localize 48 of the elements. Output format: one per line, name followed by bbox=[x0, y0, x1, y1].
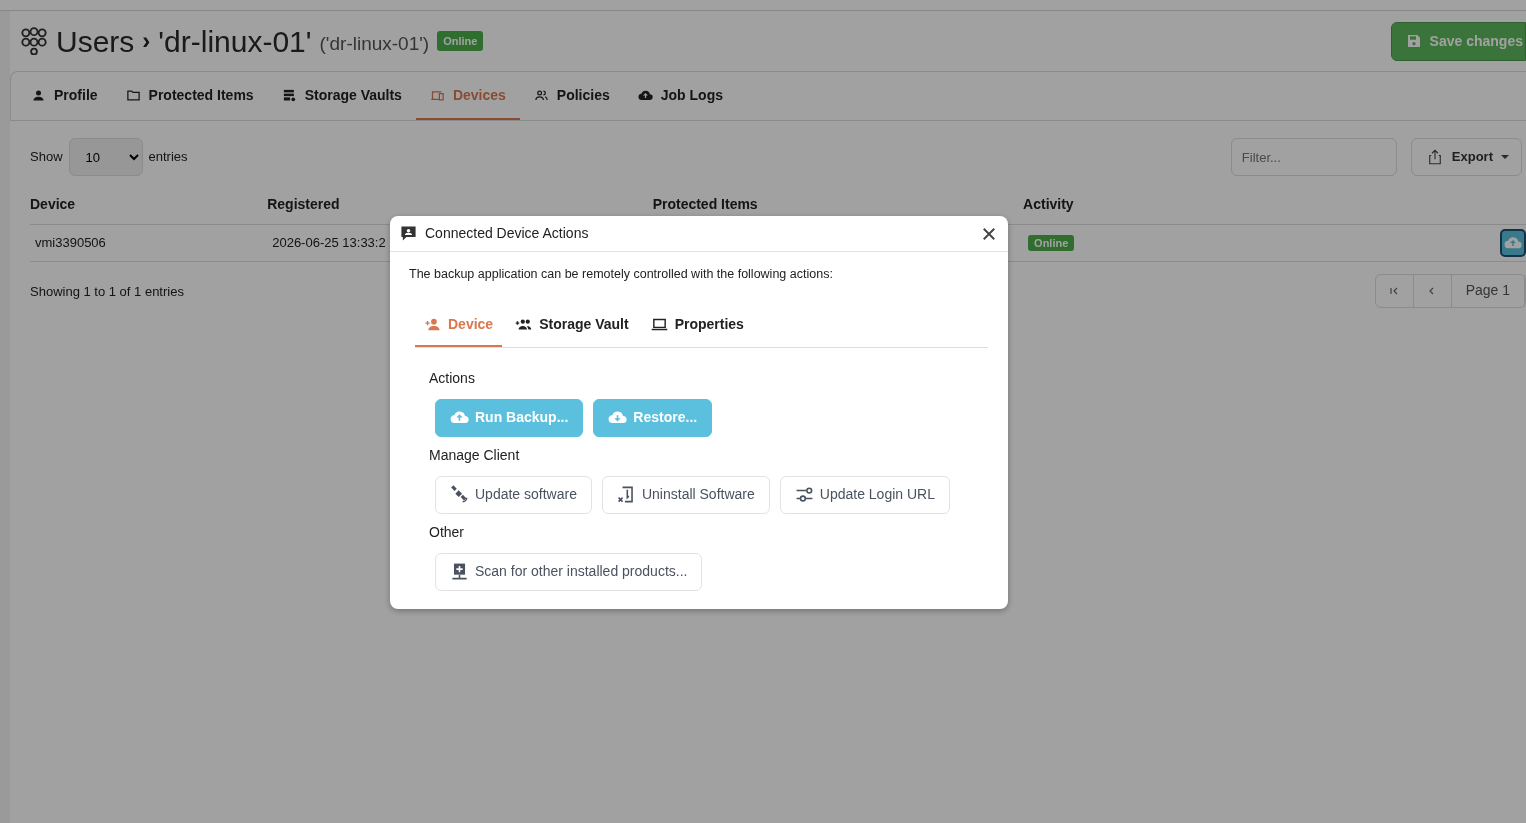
action-button[interactable]: Update software bbox=[435, 475, 592, 514]
show-label: Show bbox=[30, 148, 63, 167]
people-icon bbox=[533, 87, 549, 103]
export-button[interactable]: Export bbox=[1410, 138, 1522, 176]
users-icon bbox=[20, 27, 48, 55]
first-page-icon bbox=[1389, 285, 1400, 296]
table-cell: vmi3390506 bbox=[35, 234, 106, 250]
sliders-icon bbox=[794, 485, 814, 505]
action-button[interactable]: Update Login URL bbox=[779, 475, 950, 514]
action-button[interactable]: Uninstall Software bbox=[601, 475, 770, 514]
tab[interactable]: Job Logs bbox=[623, 72, 737, 120]
uninstall-icon bbox=[616, 485, 636, 505]
table-info: Showing 1 to 1 of 1 entries bbox=[30, 282, 184, 301]
table-cell: 2026-06-25 13:33:2 bbox=[272, 234, 386, 250]
monitor-plus-icon bbox=[450, 562, 469, 582]
status-badge: Online bbox=[437, 30, 484, 52]
server-icon bbox=[281, 87, 297, 103]
column-header: Protected Items bbox=[652, 195, 758, 212]
tab[interactable]: Policies bbox=[519, 72, 624, 120]
satellite-icon bbox=[450, 485, 469, 505]
section-heading: Actions bbox=[429, 368, 476, 388]
column-header: Activity bbox=[1023, 195, 1074, 212]
column-header: Registered bbox=[267, 195, 340, 212]
backup-button[interactable] bbox=[1500, 228, 1526, 257]
page-size-select[interactable]: 10 bbox=[68, 138, 143, 176]
caret-icon bbox=[1501, 153, 1509, 161]
tab[interactable]: Properties bbox=[641, 303, 753, 347]
action-button[interactable]: Scan for other installed products... bbox=[435, 552, 703, 591]
tab[interactable]: Profile bbox=[17, 72, 112, 120]
entries-label: entries bbox=[148, 148, 188, 167]
modal-description: The backup application can be remotely controlled with the following actions: bbox=[408, 266, 834, 283]
chat-person-icon bbox=[400, 225, 417, 242]
breadcrumb-link[interactable]: Users bbox=[56, 18, 135, 64]
tab[interactable]: Storage Vault bbox=[506, 303, 638, 347]
modal-title: Connected Device Actions bbox=[425, 224, 589, 243]
close-icon bbox=[982, 226, 996, 241]
folder-icon bbox=[125, 87, 141, 103]
status-badge: Online bbox=[1028, 234, 1075, 251]
section-heading: Manage Client bbox=[429, 445, 521, 465]
tab[interactable]: Protected Items bbox=[111, 72, 268, 120]
section-heading: Other bbox=[429, 522, 465, 542]
tab[interactable]: Storage Vaults bbox=[267, 72, 416, 120]
column-header: Device bbox=[30, 195, 76, 212]
page-label: Page 1 bbox=[1451, 274, 1525, 307]
filter-field[interactable]: Filter... bbox=[1230, 138, 1397, 176]
breadcrumb-separator: › bbox=[142, 26, 151, 56]
page-title: 'dr-linux-01' bbox=[158, 23, 312, 60]
page-subtitle: ('dr-linux-01') bbox=[319, 31, 430, 56]
